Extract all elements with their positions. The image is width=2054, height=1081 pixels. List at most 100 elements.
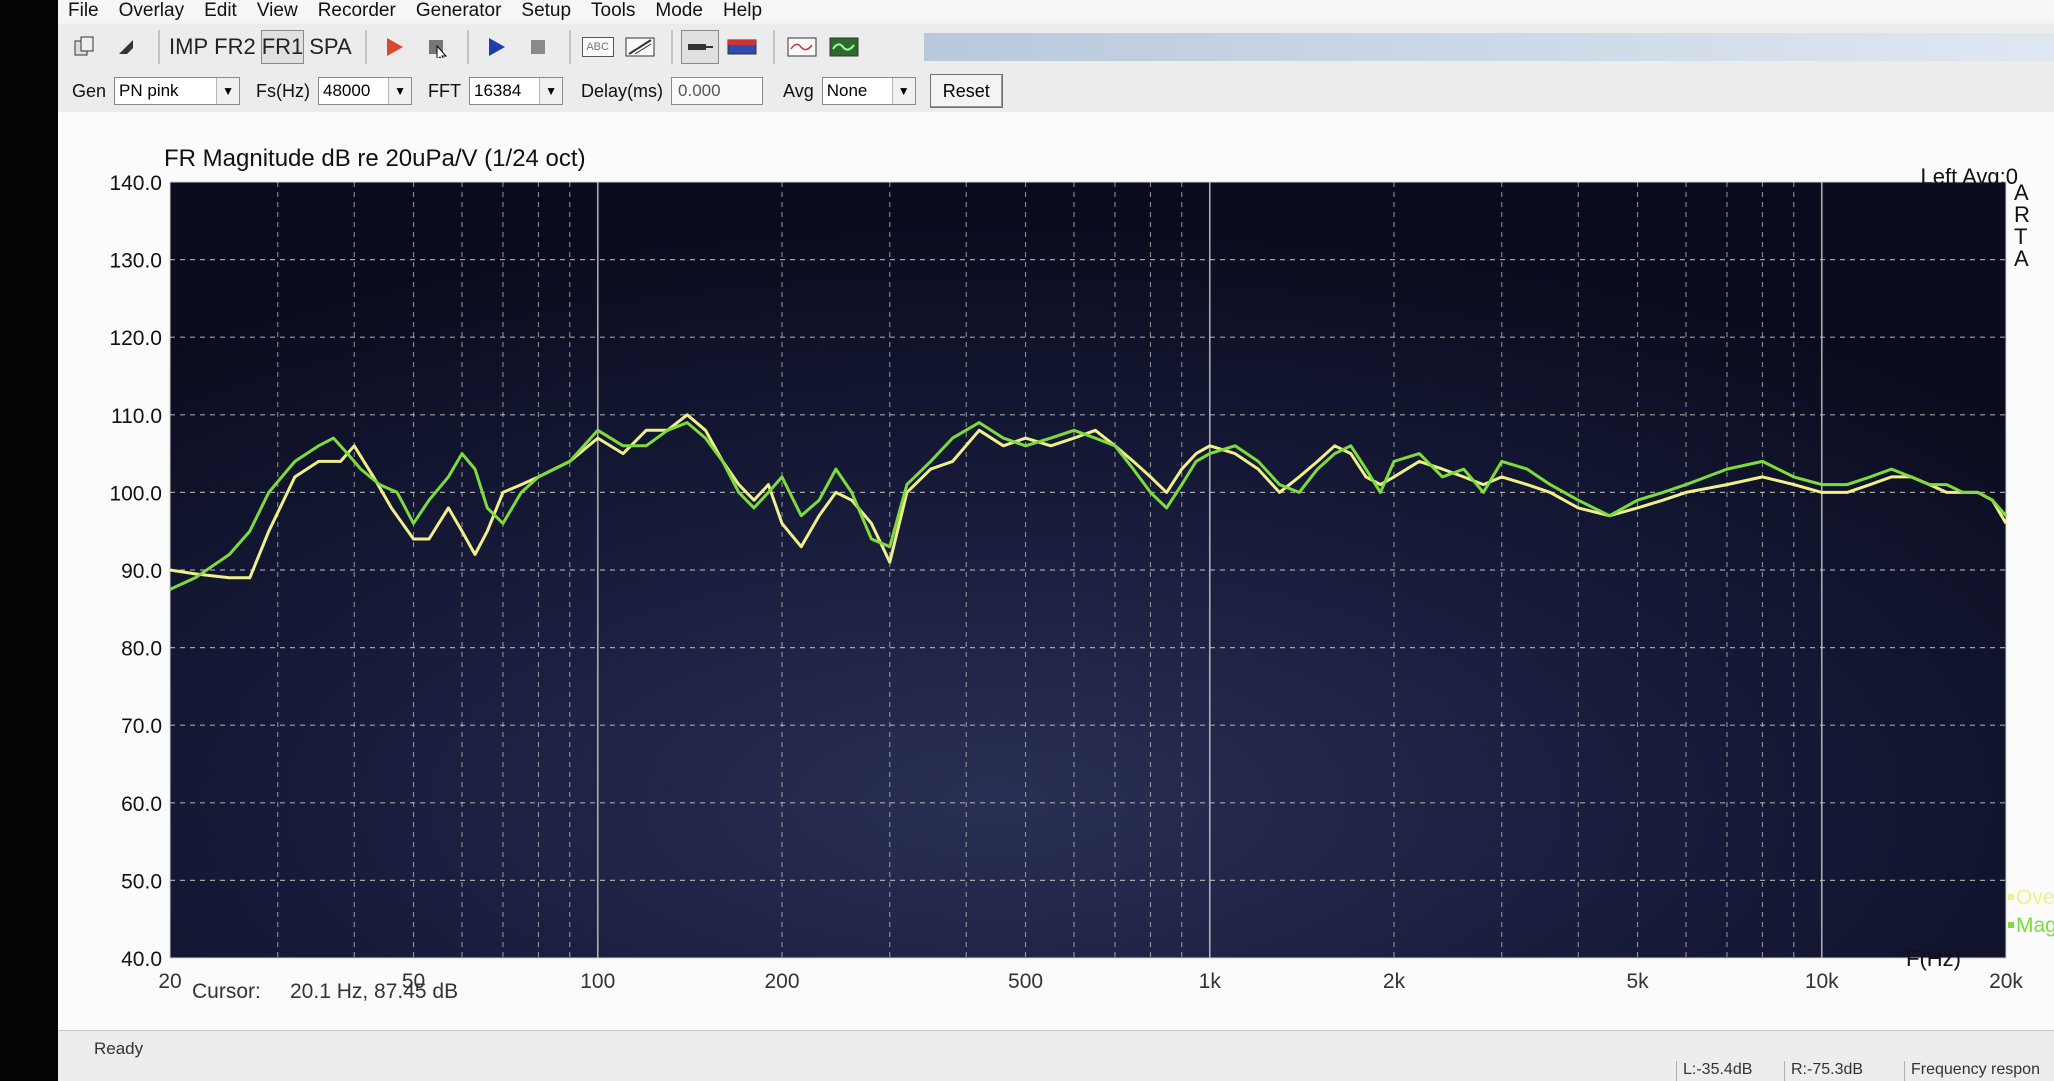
arta-letter: A — [2014, 246, 2029, 271]
y-tick-label: 130.0 — [109, 250, 162, 273]
averaging-value: None — [826, 81, 868, 100]
fft-size-select[interactable]: 16384 ▼ — [469, 77, 564, 105]
color-bar-icon — [727, 39, 757, 55]
toolbar-separator — [568, 30, 571, 64]
stop-icon — [428, 40, 447, 58]
frequency-response-chart[interactable]: 140.0 130.0 120.0 110.0 100.0 90.0 80.0 70.0 60.… — [58, 112, 2054, 1030]
wave-icon — [787, 37, 817, 57]
y-tick-label: 110.0 — [111, 405, 162, 428]
y-tick-label: 100.0 — [109, 482, 162, 505]
arrow-icon — [119, 40, 133, 54]
freq-axis-label: F(Hz) — [1906, 946, 1961, 971]
generator-select[interactable]: PN pink ▼ — [114, 77, 241, 105]
copy-button[interactable] — [66, 30, 104, 64]
mode-imp-button[interactable]: IMP — [168, 30, 209, 64]
mode-fr1-button[interactable]: FR1 — [260, 30, 305, 64]
grid-button[interactable] — [621, 30, 659, 64]
legend-entry: Magn — [2016, 914, 2054, 937]
generator-stop-button[interactable] — [519, 30, 557, 64]
copy-icon — [74, 36, 94, 56]
cursor-readout: 20.1 Hz, 87.45 dB — [290, 980, 458, 1003]
response-icon — [829, 37, 859, 57]
export-button[interactable] — [108, 30, 146, 64]
generator-value: PN pink — [119, 81, 179, 100]
arta-window: File Overlay Edit View Recorder Generato… — [58, 0, 2054, 1081]
legend-swatch — [2008, 922, 2014, 928]
arta-side-label: ARTA — [2014, 180, 2030, 271]
toolbar-separator — [364, 30, 367, 64]
generator-play-button[interactable] — [477, 30, 515, 64]
sample-rate-value: 48000 — [323, 81, 371, 100]
menu-bar: File Overlay Edit View Recorder Generato… — [58, 0, 2054, 22]
toolbar-separator — [772, 30, 775, 64]
record-stop-button[interactable] — [417, 30, 455, 64]
toolbar: IMP FR2 FR1 SPA ABC — [58, 24, 2054, 71]
left-level: L:-35.4dB — [1676, 1061, 1752, 1081]
toolbar-separator — [466, 30, 469, 64]
stop-icon — [530, 40, 545, 54]
menu-tools[interactable]: Tools — [581, 0, 645, 22]
response-button[interactable] — [825, 30, 863, 64]
toolbar-separator — [670, 30, 673, 64]
monitor-bezel — [0, 0, 58, 1080]
chevron-down-icon: ▼ — [388, 78, 412, 104]
chevron-down-icon: ▼ — [891, 78, 915, 104]
y-tick-label: 60.0 — [121, 793, 162, 816]
channel-info: Left Avg:0 — [1921, 164, 2018, 189]
x-tick-label: 500 — [1008, 970, 1043, 993]
y-tick-label: 70.0 — [121, 715, 162, 738]
delay-field[interactable]: 0.000 — [671, 77, 764, 105]
grid-icon — [625, 37, 655, 57]
graph-title: FR Magnitude dB re 20uPa/V (1/24 oct) — [164, 145, 586, 172]
fft-size-value: 16384 — [474, 81, 522, 100]
menu-setup[interactable]: Setup — [511, 0, 581, 22]
x-tick-label: 20k — [1989, 970, 2023, 993]
y-tick-label: 140.0 — [109, 172, 162, 195]
mode-spa-button[interactable]: SPA — [308, 30, 352, 64]
x-tick-label: 2k — [1383, 970, 1406, 993]
color-bar-button[interactable] — [723, 30, 761, 64]
record-play-icon — [386, 38, 403, 56]
x-tick-label: 10k — [1805, 970, 1839, 993]
mode-fr2-button[interactable]: FR2 — [213, 30, 257, 64]
menu-recorder[interactable]: Recorder — [308, 0, 406, 22]
toolbar-separator — [158, 30, 160, 64]
play-icon — [488, 38, 505, 56]
menu-mode[interactable]: Mode — [645, 0, 713, 22]
right-level: R:-75.3dB — [1784, 1061, 1863, 1081]
waveform-button[interactable] — [783, 30, 821, 64]
cursor-label: Cursor: — [192, 980, 261, 1003]
sample-rate-select[interactable]: 48000 ▼ — [318, 77, 413, 105]
fft-label: FFT — [428, 80, 462, 101]
reset-button[interactable]: Reset — [929, 74, 1003, 108]
legend-entry: Over — [2016, 886, 2054, 909]
chart-legend: Over Magn — [2008, 886, 2054, 937]
chevron-down-icon: ▼ — [539, 78, 563, 104]
probe-icon — [687, 44, 713, 50]
record-button[interactable] — [375, 30, 413, 64]
probe-button[interactable] — [680, 30, 719, 64]
delay-label: Delay(ms) — [581, 80, 664, 101]
x-tick-label: 200 — [764, 970, 799, 993]
gen-label: Gen — [72, 80, 107, 101]
menu-overlay[interactable]: Overlay — [109, 0, 194, 22]
toolbar-background — [924, 33, 2054, 61]
x-tick-label: 20 — [158, 970, 181, 993]
abc-button[interactable]: ABC — [579, 30, 617, 64]
y-tick-label: 40.0 — [121, 948, 162, 971]
menu-edit[interactable]: Edit — [194, 0, 247, 22]
y-tick-label: 80.0 — [121, 638, 162, 661]
menu-help[interactable]: Help — [713, 0, 772, 22]
fs-label: Fs(Hz) — [256, 80, 311, 101]
y-tick-label: 50.0 — [121, 870, 162, 893]
status-ready: Ready — [94, 1039, 144, 1058]
menu-file[interactable]: File — [58, 0, 109, 22]
menu-generator[interactable]: Generator — [406, 0, 512, 22]
averaging-select[interactable]: None ▼ — [821, 77, 916, 105]
control-bar: Gen PN pink ▼ Fs(Hz) 48000 ▼ FFT 16384 ▼… — [58, 70, 2054, 113]
graph-panel: 140.0 130.0 120.0 110.0 100.0 90.0 80.0 70.0 60.… — [58, 112, 2054, 1030]
x-tick-label: 100 — [580, 970, 615, 993]
menu-view[interactable]: View — [247, 0, 308, 22]
chevron-down-icon: ▼ — [216, 78, 240, 104]
x-tick-label: 1k — [1199, 970, 1222, 993]
